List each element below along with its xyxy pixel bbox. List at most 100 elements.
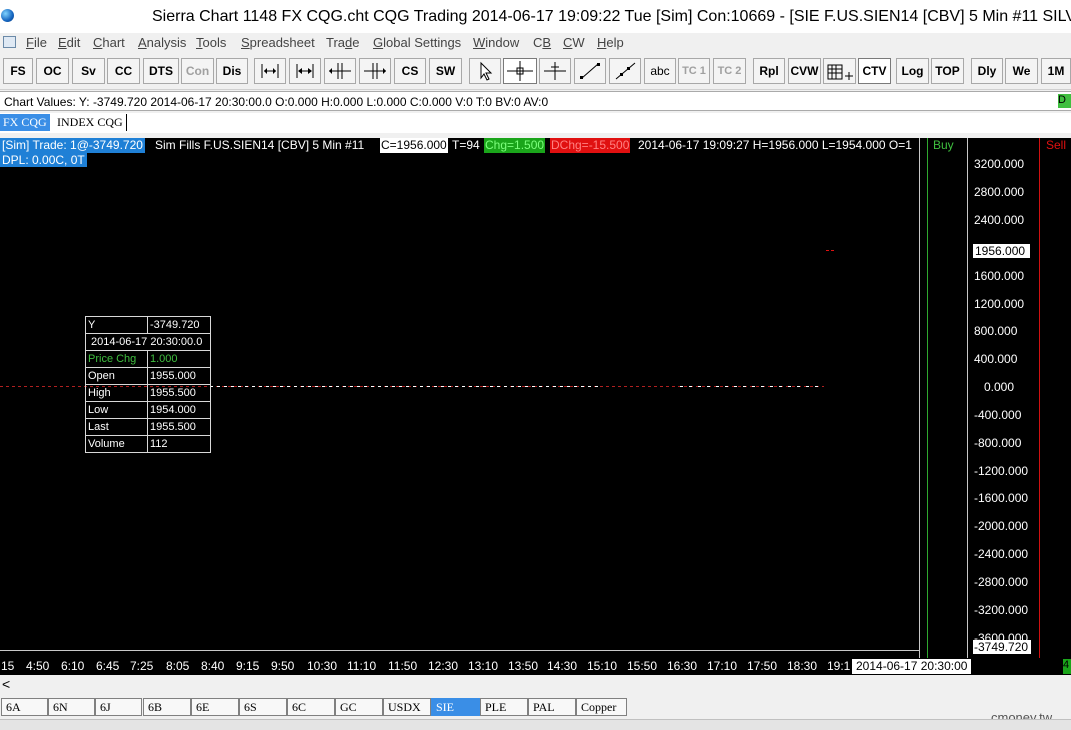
price-axis-label: 2400.000 — [974, 213, 1025, 227]
cross-cursor-icon[interactable] — [539, 58, 571, 84]
tab-6n[interactable]: 6N — [48, 698, 95, 716]
compress-bars-icon[interactable] — [289, 58, 321, 84]
expand-bars-icon[interactable] — [254, 58, 286, 84]
sim-trade-label: [Sim] Trade: 1@-3749.720 — [0, 138, 145, 153]
tab-ple[interactable]: PLE — [480, 698, 528, 716]
time-axis-label: 13:50 — [508, 659, 539, 673]
tab-fx-cqg[interactable]: FX CQG — [0, 114, 50, 131]
pointer-icon[interactable] — [469, 58, 501, 84]
1m-button[interactable]: 1M — [1041, 58, 1071, 84]
document-icon[interactable] — [3, 36, 16, 48]
open-label: Open — [85, 367, 148, 385]
top-button[interactable]: TOP — [931, 58, 964, 84]
tab-gc[interactable]: GC — [335, 698, 383, 716]
cvw-button[interactable]: CVW — [788, 58, 821, 84]
menu-cb[interactable]: CB — [533, 35, 551, 50]
tab-6c[interactable]: 6C — [287, 698, 335, 716]
table-row: Last 1955.500 — [85, 418, 211, 436]
time-axis-label: 9:50 — [271, 659, 295, 673]
tc1-button[interactable]: TC 1 — [678, 58, 710, 84]
grid-add-icon[interactable] — [823, 58, 856, 84]
toolbar: FS OC Sv CC DTS Con Dis CS SW abc TC 1 T… — [0, 53, 1071, 90]
con-button[interactable]: Con — [181, 58, 214, 84]
tab-usdx[interactable]: USDX — [383, 698, 431, 716]
tc2-button[interactable]: TC 2 — [713, 58, 746, 84]
tab-6e[interactable]: 6E — [191, 698, 239, 716]
price-chg-label: Price Chg — [85, 350, 148, 368]
cursor-time-marker: 2014-06-17 20:30:00 — [852, 659, 972, 674]
dis-button[interactable]: Dis — [216, 58, 248, 84]
tick-count: T=94 — [452, 138, 480, 152]
title-bar: Sierra Chart 1148 FX CQG.cht CQG Trading… — [0, 0, 1071, 34]
scroll-left-arrow-icon[interactable]: < — [2, 676, 10, 692]
last-label: Last — [85, 418, 148, 436]
menu-spreadsheet[interactable]: Spreadsheet — [241, 35, 315, 50]
ray-tool-icon[interactable] — [609, 58, 641, 84]
rpl-button[interactable]: Rpl — [753, 58, 785, 84]
dly-button[interactable]: Dly — [971, 58, 1003, 84]
sw-button[interactable]: SW — [429, 58, 462, 84]
tab-6s[interactable]: 6S — [239, 698, 287, 716]
tab-index-cqg[interactable]: INDEX CQG — [54, 114, 127, 131]
menu-global-settings[interactable]: Global Settings — [373, 35, 461, 50]
chart-values-text: Chart Values: Y: -3749.720 2014-06-17 20… — [4, 95, 549, 109]
price-axis-label: -2000.000 — [974, 519, 1029, 533]
menu-trade[interactable]: Trade — [326, 35, 360, 50]
cs-button[interactable]: CS — [394, 58, 426, 84]
menu-cw[interactable]: CW — [563, 35, 585, 50]
shift-left-icon[interactable] — [324, 58, 356, 84]
menu-chart[interactable]: Chart — [93, 35, 125, 50]
chart-values-bar: Chart Values: Y: -3749.720 2014-06-17 20… — [0, 91, 1071, 111]
line-tool-icon[interactable] — [574, 58, 606, 84]
price-chg-value: 1.000 — [147, 350, 211, 368]
we-button[interactable]: We — [1005, 58, 1038, 84]
price-axis-label: 3200.000 — [974, 157, 1025, 171]
volume-value: 112 — [147, 435, 211, 453]
menu-window[interactable]: Window — [473, 35, 519, 50]
time-axis-label: 4:50 — [26, 659, 50, 673]
menu-edit[interactable]: Edit — [58, 35, 80, 50]
menu-analysis[interactable]: Analysis — [138, 35, 186, 50]
price-axis-label: 1200.000 — [974, 297, 1025, 311]
time-axis-label: 13:10 — [468, 659, 499, 673]
menu-bar: File Edit Chart Analysis Tools Spreadshe… — [0, 33, 1071, 53]
menu-help[interactable]: Help — [597, 35, 624, 50]
fs-button[interactable]: FS — [3, 58, 33, 84]
table-row: High 1955.500 — [85, 384, 211, 402]
globe-icon[interactable] — [1, 9, 14, 22]
sv-button[interactable]: Sv — [72, 58, 105, 84]
tab-6a[interactable]: 6A — [1, 698, 48, 716]
chart-area[interactable]: [Sim] Trade: 1@-3749.720 DPL: 0.00C, 0T … — [0, 138, 1071, 658]
data-window[interactable]: Y -3749.720 2014-06-17 20:30:00.0 Price C… — [85, 316, 211, 453]
crosshair-icon[interactable] — [503, 58, 537, 84]
tab-copper[interactable]: Copper — [576, 698, 627, 716]
oc-button[interactable]: OC — [36, 58, 69, 84]
menu-file[interactable]: File — [26, 35, 47, 50]
text-tool-button[interactable]: abc — [644, 58, 676, 84]
tab-6j[interactable]: 6J — [95, 698, 142, 716]
time-axis-label: 8:40 — [201, 659, 225, 673]
tab-sie[interactable]: SIE — [431, 698, 481, 716]
time-axis-label: 19:1 — [827, 659, 851, 673]
price-axis-label: -2400.000 — [974, 547, 1029, 561]
tab-6b[interactable]: 6B — [143, 698, 191, 716]
table-row: Low 1954.000 — [85, 401, 211, 419]
menu-tools[interactable]: Tools — [196, 35, 226, 50]
time-axis-indicator: 4 — [1063, 659, 1071, 674]
time-axis-label: 8:05 — [166, 659, 190, 673]
buy-column-label[interactable]: Buy — [933, 138, 954, 152]
sell-column-label[interactable]: Sell — [1046, 138, 1066, 152]
y-value: -3749.720 — [147, 316, 211, 334]
price-axis-label: -800.000 — [974, 436, 1022, 450]
table-row: Volume 112 — [85, 435, 211, 453]
ctv-button[interactable]: CTV — [858, 58, 891, 84]
dts-button[interactable]: DTS — [143, 58, 179, 84]
log-button[interactable]: Log — [896, 58, 929, 84]
cc-button[interactable]: CC — [107, 58, 140, 84]
time-axis-label: 7:25 — [130, 659, 154, 673]
time-axis-label: 16:30 — [667, 659, 698, 673]
shift-right-icon[interactable] — [359, 58, 391, 84]
horizontal-scrollbar[interactable]: < — [0, 676, 1071, 693]
tab-pal[interactable]: PAL — [528, 698, 576, 716]
bar-time-info: 2014-06-17 19:09:27 H=1956.000 L=1954.00… — [638, 138, 912, 152]
